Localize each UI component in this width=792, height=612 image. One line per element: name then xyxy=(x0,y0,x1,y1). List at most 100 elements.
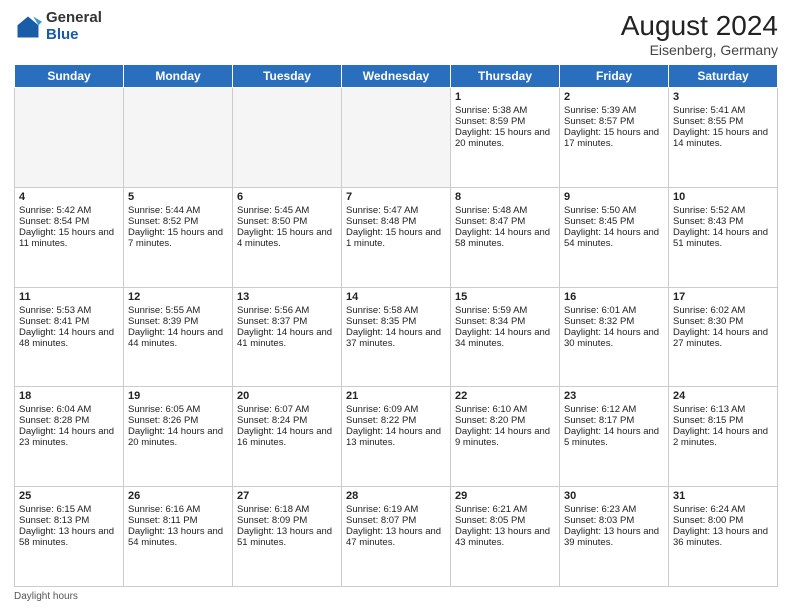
day-info: Sunset: 8:09 PM xyxy=(237,515,337,526)
day-number: 8 xyxy=(455,191,555,203)
day-info: Daylight: 13 hours and 51 minutes. xyxy=(237,526,337,548)
calendar-cell: 4Sunrise: 5:42 AMSunset: 8:54 PMDaylight… xyxy=(15,187,124,287)
calendar-cell: 22Sunrise: 6:10 AMSunset: 8:20 PMDayligh… xyxy=(451,387,560,487)
day-info: Daylight: 14 hours and 20 minutes. xyxy=(128,426,228,448)
day-info: Sunrise: 6:02 AM xyxy=(673,305,773,316)
day-info: Sunset: 8:26 PM xyxy=(128,415,228,426)
logo: General Blue xyxy=(14,10,102,43)
day-info: Sunset: 8:50 PM xyxy=(237,216,337,227)
calendar-cell: 13Sunrise: 5:56 AMSunset: 8:37 PMDayligh… xyxy=(233,287,342,387)
day-number: 26 xyxy=(128,490,228,502)
daylight-label: Daylight hours xyxy=(14,591,78,602)
day-info: Daylight: 15 hours and 17 minutes. xyxy=(564,127,664,149)
day-info: Sunrise: 5:38 AM xyxy=(455,105,555,116)
day-info: Daylight: 14 hours and 9 minutes. xyxy=(455,426,555,448)
day-info: Sunset: 8:48 PM xyxy=(346,216,446,227)
location: Eisenberg, Germany xyxy=(621,42,778,58)
day-number: 7 xyxy=(346,191,446,203)
day-info: Daylight: 14 hours and 41 minutes. xyxy=(237,327,337,349)
day-number: 27 xyxy=(237,490,337,502)
calendar-cell: 30Sunrise: 6:23 AMSunset: 8:03 PMDayligh… xyxy=(560,487,669,587)
calendar-cell: 23 Sunrise: 6:12 AMSunset: 8:17 PMDayligh… xyxy=(560,387,669,487)
day-info: Sunrise: 6:01 AM xyxy=(564,305,664,316)
day-number: 25 xyxy=(19,490,119,502)
day-info: Sunset: 8:55 PM xyxy=(673,116,773,127)
day-info: Sunrise: 5:52 AM xyxy=(673,205,773,216)
day-number: 11 xyxy=(19,291,119,303)
day-number: 14 xyxy=(346,291,446,303)
calendar-cell: 31Sunrise: 6:24 AMSunset: 8:00 PMDayligh… xyxy=(669,487,778,587)
day-info: Sunrise: 5:41 AM xyxy=(673,105,773,116)
day-number: 22 xyxy=(455,390,555,402)
calendar-week-3: 11Sunrise: 5:53 AMSunset: 8:41 PMDayligh… xyxy=(15,287,778,387)
day-info: Sunrise: 6:09 AM xyxy=(346,404,446,415)
day-number: 5 xyxy=(128,191,228,203)
day-info: Daylight: 15 hours and 14 minutes. xyxy=(673,127,773,149)
day-info: Sunrise: 6:07 AM xyxy=(237,404,337,415)
calendar-cell: 27Sunrise: 6:18 AMSunset: 8:09 PMDayligh… xyxy=(233,487,342,587)
day-info: Daylight: 15 hours and 11 minutes. xyxy=(19,227,119,249)
day-number: 31 xyxy=(673,490,773,502)
day-info: Daylight: 14 hours and 37 minutes. xyxy=(346,327,446,349)
calendar-cell xyxy=(15,88,124,188)
day-info: Daylight: 14 hours and 58 minutes. xyxy=(455,227,555,249)
calendar-cell: 26Sunrise: 6:16 AMSunset: 8:11 PMDayligh… xyxy=(124,487,233,587)
day-info: Sunrise: 6:24 AM xyxy=(673,504,773,515)
day-info: Sunset: 8:17 PM xyxy=(564,415,664,426)
day-info: Sunrise: 5:50 AM xyxy=(564,205,664,216)
day-number: 16 xyxy=(564,291,664,303)
day-info: Daylight: 14 hours and 5 minutes. xyxy=(564,426,664,448)
day-info: Sunrise: 5:56 AM xyxy=(237,305,337,316)
day-info: Daylight: 13 hours and 54 minutes. xyxy=(128,526,228,548)
day-info: Daylight: 14 hours and 27 minutes. xyxy=(673,327,773,349)
dow-header-thursday: Thursday xyxy=(451,65,560,88)
day-info: Daylight: 15 hours and 4 minutes. xyxy=(237,227,337,249)
day-number: 9 xyxy=(564,191,664,203)
calendar-cell: 8 Sunrise: 5:48 AMSunset: 8:47 PMDaylight… xyxy=(451,187,560,287)
day-info: Daylight: 14 hours and 44 minutes. xyxy=(128,327,228,349)
day-info: Sunrise: 6:12 AM xyxy=(564,404,664,415)
calendar-cell: 15Sunrise: 5:59 AMSunset: 8:34 PMDayligh… xyxy=(451,287,560,387)
day-info: Daylight: 14 hours and 23 minutes. xyxy=(19,426,119,448)
day-info: Sunrise: 6:15 AM xyxy=(19,504,119,515)
title-block: August 2024 Eisenberg, Germany xyxy=(621,10,778,58)
day-number: 12 xyxy=(128,291,228,303)
calendar-cell: 2Sunrise: 5:39 AMSunset: 8:57 PMDaylight… xyxy=(560,88,669,188)
day-info: Sunrise: 5:42 AM xyxy=(19,205,119,216)
day-info: Daylight: 14 hours and 48 minutes. xyxy=(19,327,119,349)
day-info: Sunrise: 5:59 AM xyxy=(455,305,555,316)
day-info: Sunset: 8:30 PM xyxy=(673,316,773,327)
day-number: 17 xyxy=(673,291,773,303)
day-info: Sunset: 8:15 PM xyxy=(673,415,773,426)
day-info: Daylight: 13 hours and 47 minutes. xyxy=(346,526,446,548)
calendar-cell: 24Sunrise: 6:13 AMSunset: 8:15 PMDayligh… xyxy=(669,387,778,487)
day-info: Sunset: 8:11 PM xyxy=(128,515,228,526)
dow-header-saturday: Saturday xyxy=(669,65,778,88)
day-info: Sunset: 8:54 PM xyxy=(19,216,119,227)
day-info: Sunset: 8:41 PM xyxy=(19,316,119,327)
day-info: Sunset: 8:34 PM xyxy=(455,316,555,327)
day-info: Sunset: 8:20 PM xyxy=(455,415,555,426)
day-info: Sunrise: 6:19 AM xyxy=(346,504,446,515)
day-number: 29 xyxy=(455,490,555,502)
dow-header-sunday: Sunday xyxy=(15,65,124,88)
day-info: Sunrise: 6:23 AM xyxy=(564,504,664,515)
day-info: Sunrise: 5:48 AM xyxy=(455,205,555,216)
calendar-cell: 29Sunrise: 6:21 AMSunset: 8:05 PMDayligh… xyxy=(451,487,560,587)
day-number: 23 xyxy=(564,390,664,402)
header: General Blue August 2024 Eisenberg, Germ… xyxy=(14,10,778,58)
calendar-cell: 19Sunrise: 6:05 AMSunset: 8:26 PMDayligh… xyxy=(124,387,233,487)
calendar-cell: 1Sunrise: 5:38 AMSunset: 8:59 PMDaylight… xyxy=(451,88,560,188)
day-info: Sunset: 8:47 PM xyxy=(455,216,555,227)
day-number: 2 xyxy=(564,91,664,103)
day-info: Daylight: 15 hours and 7 minutes. xyxy=(128,227,228,249)
day-info: Sunrise: 6:04 AM xyxy=(19,404,119,415)
calendar-cell: 3Sunrise: 5:41 AMSunset: 8:55 PMDaylight… xyxy=(669,88,778,188)
day-info: Sunrise: 5:53 AM xyxy=(19,305,119,316)
day-info: Sunset: 8:45 PM xyxy=(564,216,664,227)
day-info: Sunrise: 5:58 AM xyxy=(346,305,446,316)
day-info: Daylight: 14 hours and 2 minutes. xyxy=(673,426,773,448)
day-number: 13 xyxy=(237,291,337,303)
dow-header-wednesday: Wednesday xyxy=(342,65,451,88)
day-info: Sunrise: 5:47 AM xyxy=(346,205,446,216)
